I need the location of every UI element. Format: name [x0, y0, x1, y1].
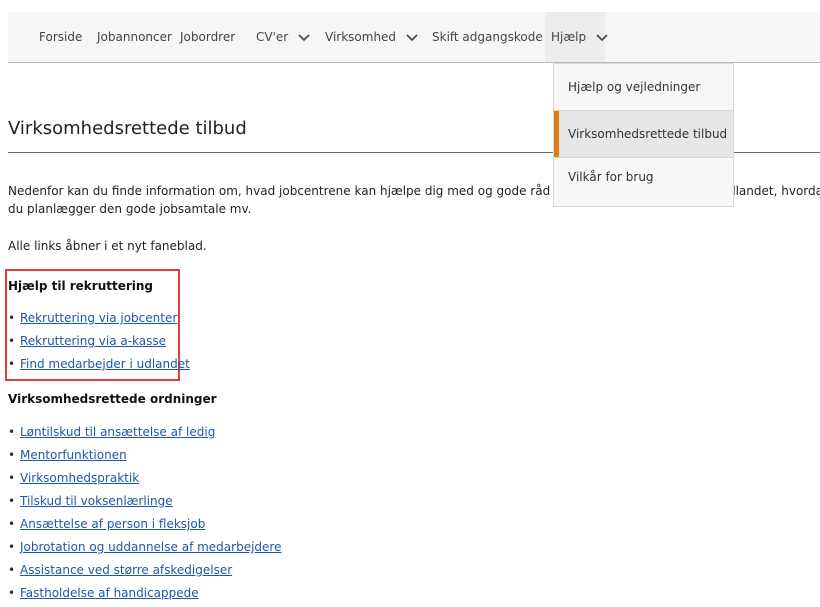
- link-rekruttering-a-kasse[interactable]: Rekruttering via a-kasse: [20, 334, 166, 348]
- intro-line-2: du planlægger den gode jobsamtale mv.: [8, 202, 252, 216]
- list-item: Fastholdelse af handicappede: [8, 584, 281, 607]
- link-mentorfunktionen[interactable]: Mentorfunktionen: [20, 448, 127, 462]
- list-item: Ansættelse af person i fleksjob: [8, 515, 281, 538]
- links-note: Alle links åbner i et nyt faneblad.: [8, 239, 207, 253]
- section-heading-ordninger: Virksomhedsrettede ordninger: [8, 392, 217, 406]
- link-handicappede[interactable]: Fastholdelse af handicappede: [20, 586, 199, 600]
- chevron-down-icon: [298, 25, 310, 51]
- section-heading-rekruttering: Hjælp til rekruttering: [8, 279, 154, 293]
- list-item: Find medarbejder i udlandet: [8, 355, 190, 378]
- list-item: Tilskud til voksenlærlinge: [8, 492, 281, 515]
- link-virksomhedspraktik[interactable]: Virksomhedspraktik: [20, 471, 139, 485]
- nav-virksomhed[interactable]: Virksomhed: [325, 24, 418, 50]
- list-ordninger: Løntilskud til ansættelse af ledig Mento…: [8, 423, 281, 607]
- list-item: Jobrotation og uddannelse af medarbejder…: [8, 538, 281, 561]
- link-rekruttering-jobcenter[interactable]: Rekruttering via jobcenter: [20, 311, 177, 325]
- nav-jobannoncer[interactable]: Jobannoncer: [97, 24, 172, 50]
- menu-item-label: Vilkår for brug: [568, 170, 654, 184]
- top-navigation: Forside Jobannoncer Jobordrer CV'er Virk…: [8, 12, 820, 63]
- link-jobrotation[interactable]: Jobrotation og uddannelse af medarbejder…: [20, 540, 281, 554]
- chevron-down-icon: [406, 25, 418, 51]
- nav-jobordrer-label: Jobordrer: [180, 30, 236, 44]
- nav-jobordrer[interactable]: Jobordrer: [180, 24, 235, 50]
- nav-virksomhed-label: Virksomhed: [325, 30, 397, 44]
- page-title: Virksomhedsrettede tilbud: [8, 118, 247, 139]
- link-afskedigelser[interactable]: Assistance ved større afskedigelser: [20, 563, 232, 577]
- link-voksenlaerlinge[interactable]: Tilskud til voksenlærlinge: [20, 494, 173, 508]
- list-item: Rekruttering via a-kasse: [8, 332, 190, 355]
- nav-cv[interactable]: CV'er: [256, 24, 310, 50]
- nav-skift-adgangskode-label: Skift adgangskode: [432, 30, 543, 44]
- list-item: Løntilskud til ansættelse af ledig: [8, 423, 281, 446]
- link-fleksjob[interactable]: Ansættelse af person i fleksjob: [20, 517, 205, 531]
- nav-skift-adgangskode[interactable]: Skift adgangskode: [432, 24, 543, 50]
- nav-forside[interactable]: Forside: [39, 24, 82, 50]
- help-dropdown-menu: Hjælp og vejledninger Virksomhedsrettede…: [553, 63, 734, 207]
- nav-forside-label: Forside: [39, 30, 83, 44]
- list-item: Rekruttering via jobcenter: [8, 309, 190, 332]
- menu-item-virksomhedsrettede-tilbud[interactable]: Virksomhedsrettede tilbud: [554, 111, 733, 157]
- intro-text-left: Nedenfor kan du finde information om, hv…: [8, 184, 589, 198]
- link-find-medarbejder-udlandet[interactable]: Find medarbejder i udlandet: [20, 357, 190, 371]
- list-item: Assistance ved større afskedigelser: [8, 561, 281, 584]
- nav-hjaelp-label: Hjælp: [551, 30, 587, 44]
- menu-item-hjaelp-vejledninger[interactable]: Hjælp og vejledninger: [554, 64, 733, 110]
- nav-cv-label: CV'er: [256, 30, 289, 44]
- list-rekruttering: Rekruttering via jobcenter Rekruttering …: [8, 309, 190, 378]
- nav-jobannoncer-label: Jobannoncer: [97, 30, 172, 44]
- nav-hjaelp[interactable]: Hjælp: [545, 12, 608, 63]
- list-item: Mentorfunktionen: [8, 446, 281, 469]
- list-item: Virksomhedspraktik: [8, 469, 281, 492]
- menu-item-label: Virksomhedsrettede tilbud: [568, 127, 728, 141]
- menu-item-label: Hjælp og vejledninger: [568, 80, 701, 94]
- menu-item-vilkaar[interactable]: Vilkår for brug: [554, 158, 733, 204]
- chevron-down-icon: [596, 13, 608, 63]
- link-loentilskud[interactable]: Løntilskud til ansættelse af ledig: [20, 425, 215, 439]
- intro-text-right: dlandet, hvordan: [728, 184, 820, 198]
